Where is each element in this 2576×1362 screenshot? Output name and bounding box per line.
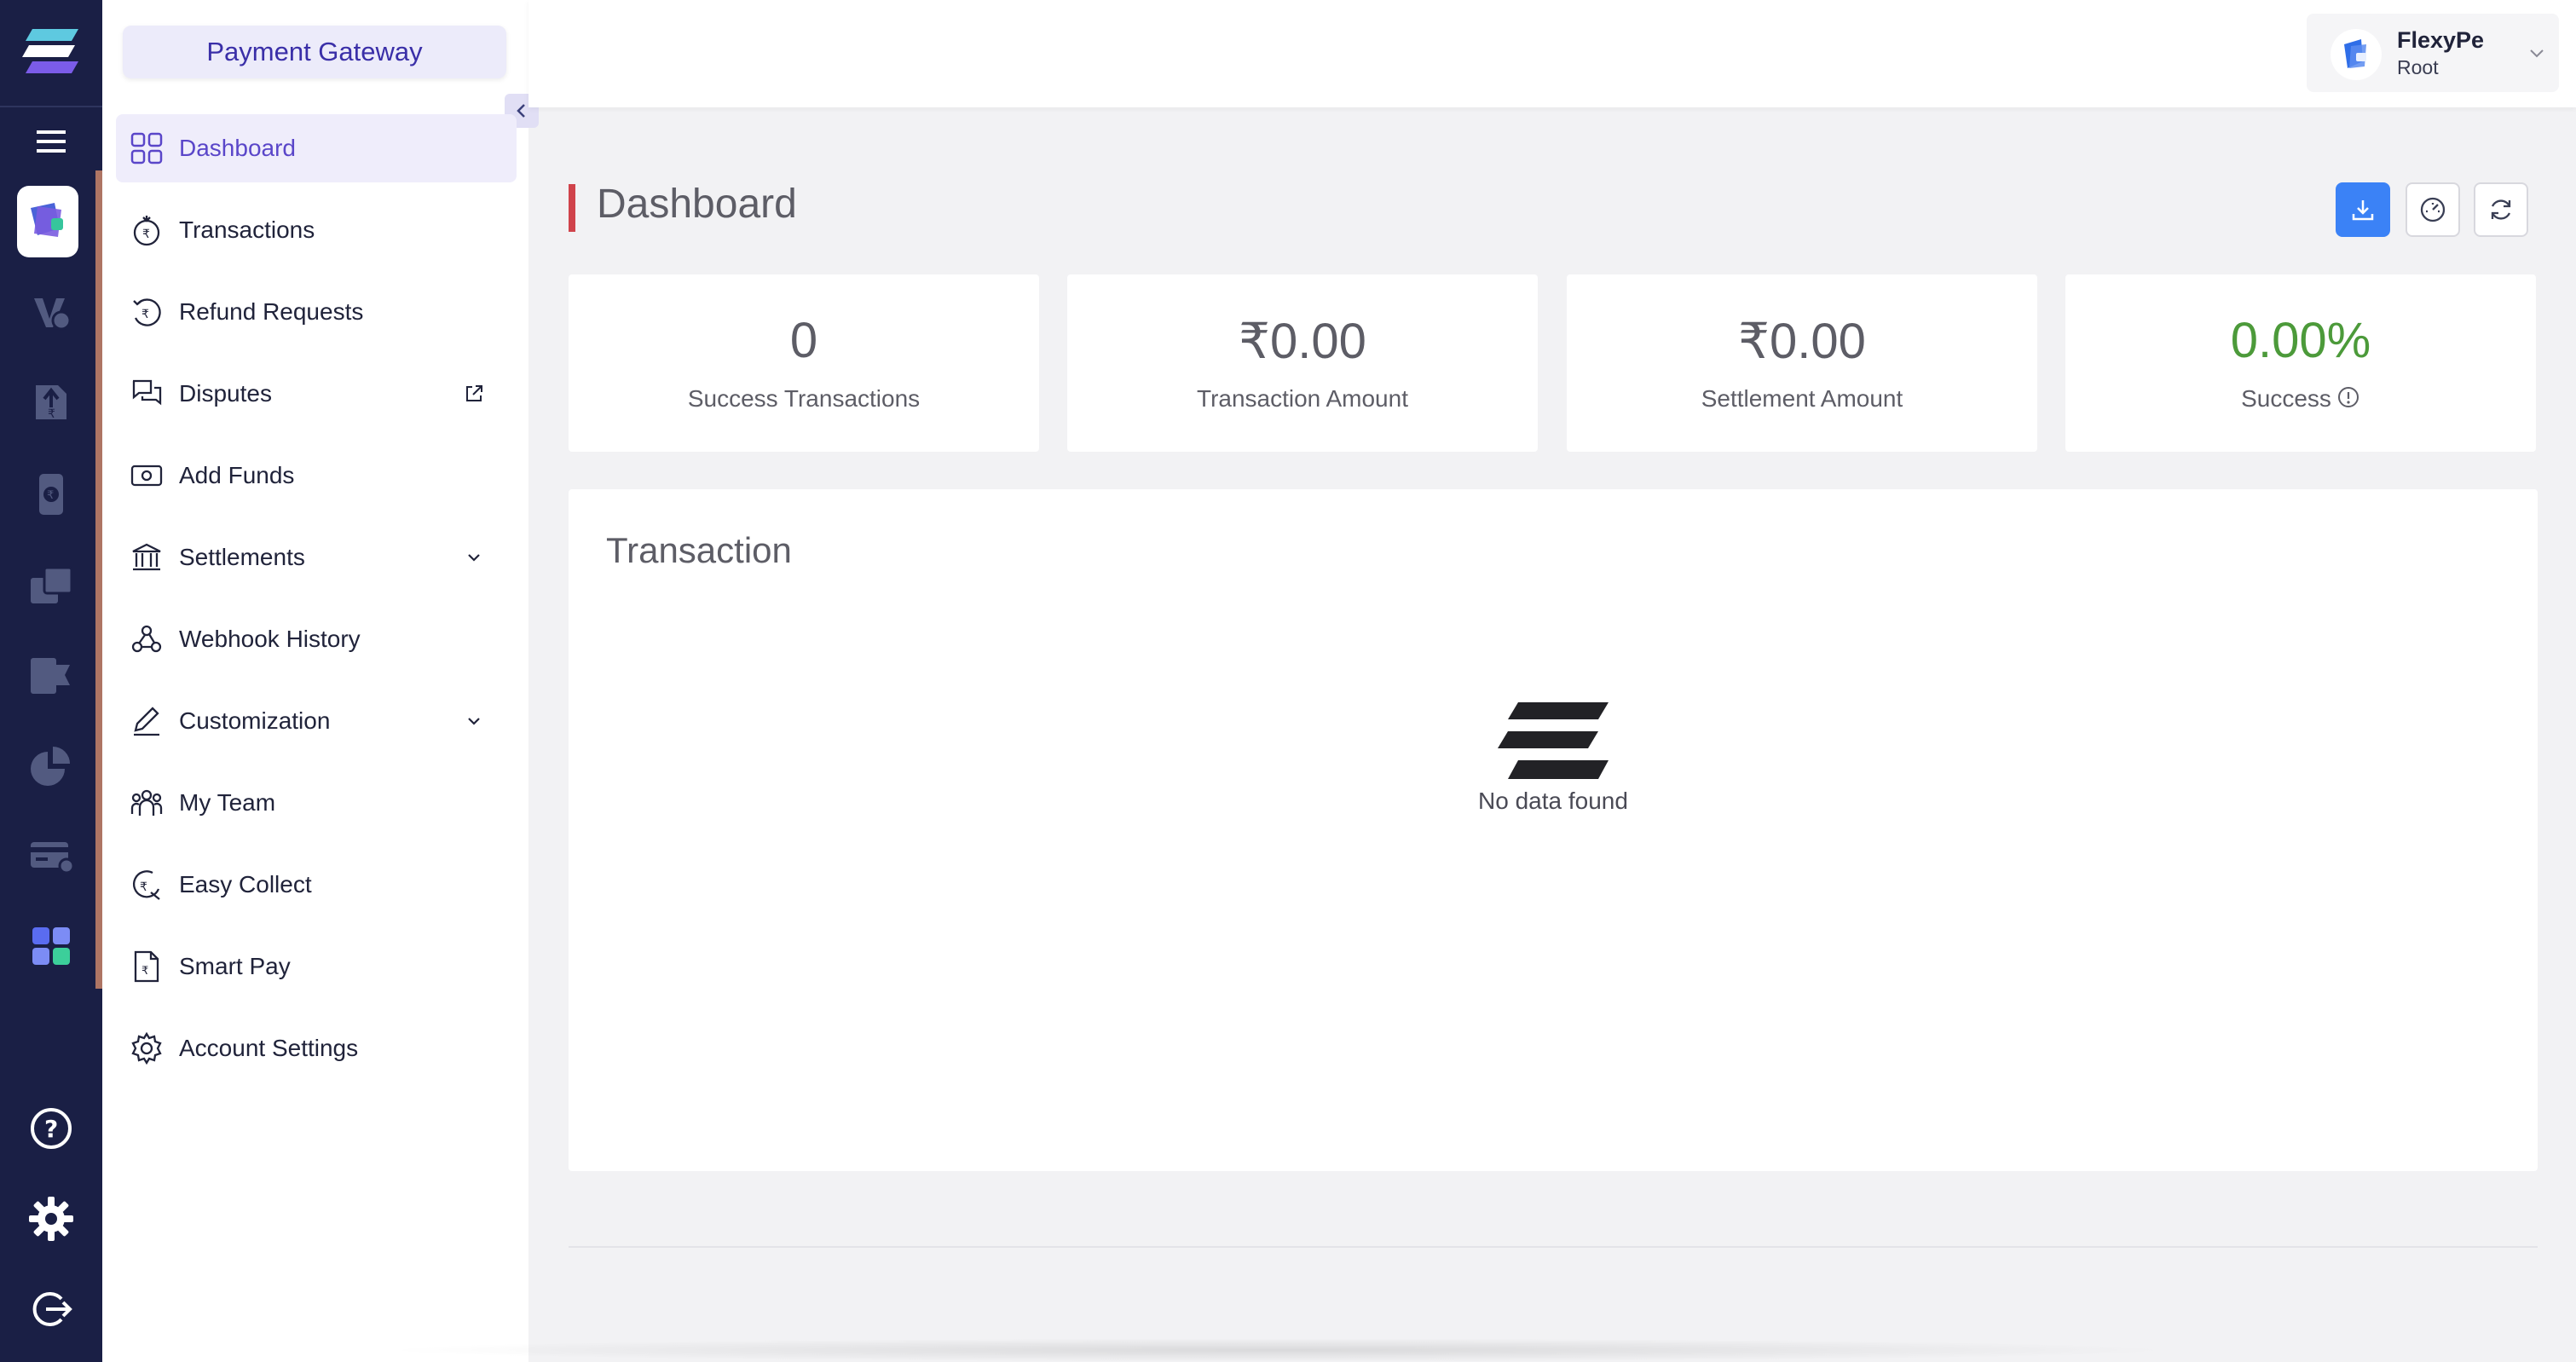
product-switcher[interactable]: Payment Gateway (123, 26, 506, 78)
mobile-rupee-app-icon[interactable]: ₹ (17, 460, 85, 528)
chevron-down-icon (2523, 39, 2550, 66)
stat-value: ₹0.00 (1239, 314, 1366, 369)
info-icon[interactable] (2336, 385, 2360, 415)
sidebar-item-transactions[interactable]: ₹ Transactions (116, 196, 517, 264)
rupee-refund-icon: ₹ (130, 295, 164, 329)
brand-logo (22, 29, 78, 73)
sidebar: Payment Gateway Dashboard ₹ Transactions… (102, 0, 539, 1362)
panel-title: Transaction (606, 530, 792, 570)
account-name: FlexyPe (2397, 27, 2485, 53)
sidebar-item-label: Account Settings (179, 1035, 359, 1061)
sidebar-item-label: Add Funds (179, 462, 295, 488)
grid-icon (130, 131, 164, 165)
analytics-app-icon[interactable] (17, 731, 85, 799)
stat-label-row: Success (2065, 385, 2536, 415)
help-icon[interactable]: ? (17, 1094, 85, 1163)
sidebar-item-account-settings[interactable]: Account Settings (116, 1014, 517, 1082)
sidebar-item-label: Customization (179, 707, 331, 734)
rupee-collect-icon: ₹ (130, 868, 164, 902)
bottom-shadow (375, 1338, 2182, 1362)
sidebar-item-settlements[interactable]: Settlements (116, 523, 517, 592)
settings-gear-icon[interactable] (17, 1185, 85, 1253)
section-divider (569, 1246, 2538, 1248)
payment-gateway-app-icon[interactable] (14, 188, 82, 256)
sidebar-item-smart-pay[interactable]: ₹ Smart Pay (116, 932, 517, 1001)
sidebar-item-refund-requests[interactable]: ₹ Refund Requests (116, 278, 517, 346)
sidebar-item-easy-collect[interactable]: ₹ Easy Collect (116, 851, 517, 919)
chat-bubbles-icon (130, 377, 164, 411)
chevron-down-icon[interactable] (457, 540, 491, 574)
rupee-timer-icon: ₹ (130, 213, 164, 247)
team-icon (130, 786, 164, 820)
download-icon (2352, 200, 2374, 221)
speed-meter-button[interactable] (2406, 182, 2460, 237)
svg-text:?: ? (44, 1115, 58, 1143)
stat-value: 0 (789, 313, 818, 368)
apps-grid-icon[interactable] (17, 912, 85, 980)
external-link-icon[interactable] (457, 377, 491, 411)
empty-state-logo-icon (1498, 702, 1609, 779)
refresh-icon (2491, 199, 2511, 220)
empty-state-text: No data found (1478, 788, 1628, 814)
sidebar-item-label: Disputes (179, 380, 272, 407)
sidebar-item-label: Transactions (179, 216, 315, 243)
banknote-icon (130, 459, 164, 493)
invoices-app-icon[interactable] (17, 551, 85, 619)
sidebar-item-label: Smart Pay (179, 953, 291, 979)
refresh-button[interactable] (2474, 182, 2528, 237)
download-button[interactable] (2336, 182, 2390, 237)
page-title: Dashboard (597, 182, 797, 227)
stat-value: 0.00% (2230, 313, 2371, 368)
title-accent-bar (569, 184, 575, 232)
stat-label: Transaction Amount (1197, 385, 1408, 412)
rail-scrollbar[interactable] (95, 170, 102, 989)
sidebar-item-dashboard[interactable]: Dashboard (116, 114, 517, 182)
svg-text:₹: ₹ (142, 965, 148, 978)
payouts-app-icon[interactable] (17, 278, 85, 346)
top-bar (528, 0, 2576, 107)
svg-text:₹: ₹ (47, 489, 54, 502)
stat-card-success-rate: 0.00% Success (2065, 274, 2536, 452)
logout-icon[interactable] (17, 1275, 85, 1343)
stat-card-success-transactions: 0 Success Transactions (569, 274, 1039, 452)
pen-icon (130, 704, 164, 738)
stat-card-settlement-amount: ₹0.00 Settlement Amount (1567, 274, 2037, 452)
account-role: Root (2397, 56, 2439, 78)
svg-text:₹: ₹ (48, 407, 55, 421)
documents-app-icon[interactable] (17, 641, 85, 709)
sidebar-item-my-team[interactable]: My Team (116, 769, 517, 837)
sidebar-item-label: Easy Collect (179, 871, 312, 897)
stat-label: Success Transactions (687, 385, 921, 412)
sidebar-item-label: Settlements (179, 544, 305, 570)
gear-icon (130, 1031, 164, 1065)
sidebar-item-label: Dashboard (179, 135, 296, 161)
stat-card-transaction-amount: ₹0.00 Transaction Amount (1067, 274, 1538, 452)
rupee-transfer-app-icon[interactable]: ₹ (17, 368, 85, 436)
app-rail: ₹ ₹ ? (0, 0, 102, 1362)
sidebar-item-label: My Team (179, 789, 276, 816)
sidebar-item-customization[interactable]: Customization (116, 687, 517, 755)
account-switcher[interactable]: FlexyPe Root (2307, 14, 2559, 92)
stat-value: ₹0.00 (1738, 314, 1866, 369)
bank-icon (130, 540, 164, 574)
stat-label: Settlement Amount (1701, 385, 1903, 412)
sidebar-item-label: Refund Requests (179, 298, 364, 325)
svg-text:₹: ₹ (140, 880, 147, 894)
sidebar-item-disputes[interactable]: Disputes (116, 360, 517, 428)
stat-label: Success (2241, 385, 2331, 412)
menu-icon[interactable] (17, 107, 85, 176)
chevron-down-icon[interactable] (457, 704, 491, 738)
svg-text:₹: ₹ (142, 228, 150, 241)
svg-text:₹: ₹ (142, 308, 149, 321)
sidebar-item-webhook-history[interactable]: Webhook History (116, 605, 517, 673)
account-logo-icon (2331, 29, 2382, 80)
sidebar-item-label: Webhook History (179, 626, 361, 652)
gauge-icon (2420, 197, 2446, 222)
webhook-icon (130, 622, 164, 656)
transaction-panel: Transaction No data found (569, 489, 2538, 1171)
rupee-document-icon: ₹ (130, 949, 164, 984)
cards-app-icon[interactable] (17, 822, 85, 890)
sidebar-nav: Dashboard ₹ Transactions ₹ Refund Reques… (116, 114, 517, 1096)
sidebar-item-add-funds[interactable]: Add Funds (116, 441, 517, 510)
